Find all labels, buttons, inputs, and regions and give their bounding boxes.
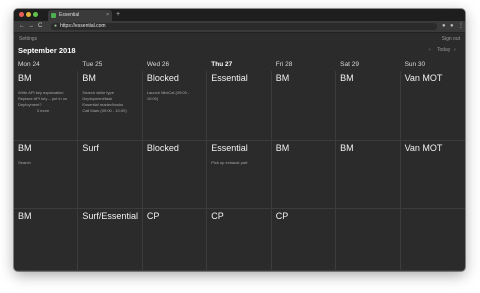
- day-cell[interactable]: Van MOT: [400, 71, 465, 141]
- day-cell[interactable]: [400, 209, 465, 271]
- day-header: Fri 28: [275, 61, 293, 68]
- calendar-header: September 2018 ‹ Today ›: [14, 45, 465, 59]
- address-bar: ← → C ● https://essential.com ● ● ⋮: [14, 21, 465, 33]
- task-item[interactable]: Call Mark (09:00 - 10:00): [82, 108, 138, 114]
- day-focus-title[interactable]: Essential: [211, 143, 248, 153]
- day-focus-title[interactable]: Van MOT: [405, 143, 443, 153]
- day-focus-title[interactable]: CP: [147, 211, 160, 221]
- day-header: Mon 24: [18, 61, 40, 68]
- task-list: Pick up exhaust part: [211, 160, 267, 166]
- task-item[interactable]: Pick up exhaust part: [211, 160, 267, 166]
- task-item[interactable]: 10:00): [147, 96, 203, 102]
- day-header: Sun 30: [404, 61, 426, 68]
- more-tasks-link[interactable]: 3 more: [18, 108, 68, 114]
- tab-bar: Essential × +: [14, 9, 465, 21]
- day-focus-title[interactable]: BM: [276, 73, 290, 83]
- day-cell[interactable]: Essential: [207, 71, 272, 141]
- task-list: Search while type Deployment/task Essentia…: [82, 90, 138, 114]
- prev-week-icon[interactable]: ‹: [429, 47, 431, 53]
- close-window-button[interactable]: [19, 12, 24, 17]
- day-header: Sat 29: [340, 61, 359, 68]
- day-focus-title[interactable]: Van MOT: [405, 73, 443, 83]
- lock-icon: ●: [54, 23, 58, 29]
- day-header: Tue 25: [82, 61, 103, 68]
- day-focus-title[interactable]: BM: [340, 73, 354, 83]
- settings-link[interactable]: Settings: [19, 36, 37, 42]
- day-cell[interactable]: BM: [336, 71, 401, 141]
- extension-icon[interactable]: ●: [442, 21, 446, 32]
- day-focus-title[interactable]: BM: [18, 73, 32, 83]
- day-cell[interactable]: CP: [271, 209, 337, 271]
- back-icon[interactable]: ←: [19, 21, 25, 32]
- tab-essential[interactable]: Essential ×: [48, 10, 112, 21]
- menu-icon[interactable]: ⋮: [458, 21, 464, 32]
- task-item[interactable]: Search: [18, 160, 74, 166]
- app-bar: Settings Sign out: [14, 33, 465, 45]
- day-cell[interactable]: BM Search: [14, 141, 79, 209]
- task-list: Write API key explanation Replace API key…: [18, 90, 74, 114]
- day-cell[interactable]: Surf: [78, 141, 143, 209]
- day-focus-title[interactable]: BM: [340, 143, 354, 153]
- day-header: Wed 26: [146, 61, 170, 68]
- day-cell[interactable]: BM: [271, 141, 337, 209]
- day-focus-title[interactable]: Blocked: [147, 143, 179, 153]
- next-week-icon[interactable]: ›: [454, 47, 456, 53]
- maximize-window-button[interactable]: [33, 12, 38, 17]
- day-focus-title[interactable]: Blocked: [147, 73, 179, 83]
- profile-icon[interactable]: ●: [450, 21, 454, 32]
- month-title: September 2018: [18, 46, 76, 55]
- day-focus-title[interactable]: Surf/Essential: [82, 211, 138, 221]
- day-focus-title[interactable]: Essential: [211, 73, 248, 83]
- day-cell[interactable]: CP: [142, 209, 208, 271]
- calendar-grid: Mon 24 Tue 25 Wed 26 Thu 27 Fri 28 Sat 29 Sun …: [14, 59, 465, 271]
- day-cell[interactable]: CP: [207, 209, 272, 271]
- url-field[interactable]: ● https://essential.com: [51, 23, 437, 30]
- day-focus-title[interactable]: CP: [211, 211, 224, 221]
- day-cell[interactable]: Surf/Essential: [78, 209, 143, 271]
- day-focus-title[interactable]: Surf: [82, 143, 99, 153]
- day-cell[interactable]: BM Search while type Deployment/task Essent…: [78, 71, 143, 141]
- day-cell[interactable]: Essential Pick up exhaust part: [207, 141, 272, 209]
- day-cell[interactable]: BM: [336, 141, 401, 209]
- browser-window: Essential × + ← → C ● https://essential.…: [14, 9, 465, 271]
- sign-out-link[interactable]: Sign out: [442, 36, 460, 42]
- day-cell[interactable]: Van MOT: [400, 141, 465, 209]
- day-focus-title[interactable]: BM: [82, 73, 96, 83]
- day-cell[interactable]: BM: [14, 209, 79, 271]
- tab-close-icon[interactable]: ×: [106, 10, 109, 21]
- day-focus-title[interactable]: CP: [276, 211, 289, 221]
- day-cell[interactable]: Blocked Launch MiniCal (09:00 -10:00): [142, 71, 208, 141]
- new-tab-button[interactable]: +: [116, 9, 120, 21]
- day-cell[interactable]: BM Write API key explanation Replace API k…: [14, 71, 79, 141]
- day-cell[interactable]: BM: [271, 71, 337, 141]
- day-focus-title[interactable]: BM: [18, 211, 32, 221]
- task-list: Search: [18, 160, 74, 166]
- forward-icon[interactable]: →: [28, 21, 34, 32]
- minimize-window-button[interactable]: [26, 12, 31, 17]
- url-text: https://essential.com: [60, 23, 106, 29]
- day-cell[interactable]: [336, 209, 401, 271]
- favicon-icon: [51, 13, 56, 18]
- tab-title: Essential: [59, 12, 80, 18]
- task-list: Launch MiniCal (09:00 -10:00): [147, 90, 203, 102]
- today-button[interactable]: Today: [437, 47, 450, 53]
- reload-icon[interactable]: C: [38, 21, 42, 32]
- day-cell[interactable]: Blocked: [142, 141, 208, 209]
- day-header: Thu 27: [211, 61, 233, 68]
- day-focus-title[interactable]: BM: [276, 143, 290, 153]
- day-focus-title[interactable]: BM: [18, 143, 32, 153]
